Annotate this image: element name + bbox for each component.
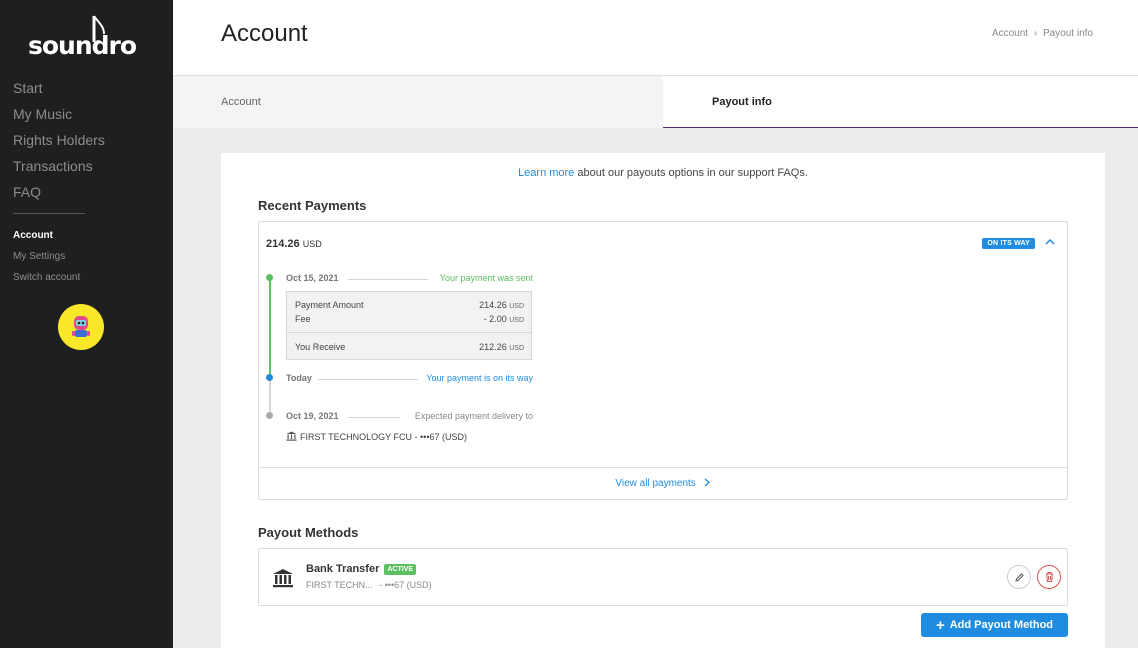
avatar[interactable] — [58, 304, 104, 350]
timeline-message: Your payment is on its way — [426, 373, 533, 383]
timeline-dot-today — [266, 374, 273, 381]
recent-payments-title: Recent Payments — [258, 198, 367, 213]
breakdown-row-receive: You Receive 212.26 USD — [295, 342, 524, 354]
timeline-date: Oct 15, 2021 — [286, 273, 339, 283]
tab-bar: Account Payout info — [173, 76, 1138, 128]
nav-item-rights-holders[interactable]: Rights Holders — [13, 130, 105, 156]
edit-button[interactable] — [1007, 565, 1031, 589]
timeline-message: Expected payment delivery to — [414, 411, 533, 421]
breakdown-label: Fee — [295, 314, 311, 324]
method-account: - •••67 (USD) — [379, 580, 432, 590]
payment-panel: 214.26 USD ON ITS WAY Oct 15, 2021 Your … — [258, 221, 1068, 500]
nav-item-account[interactable]: Account — [13, 229, 80, 250]
status-badge: ON ITS WAY — [982, 238, 1035, 249]
view-all-payments-link[interactable]: View all payments — [259, 478, 1067, 489]
payment-breakdown: Payment Amount 214.26 USD Fee - 2.00 USD… — [286, 291, 532, 360]
panel-divider — [259, 467, 1067, 468]
bank-icon — [286, 431, 297, 441]
payment-currency: USD — [302, 239, 322, 249]
method-bank-name: FIRST TECHN... — [306, 580, 373, 590]
timeline-date: Oct 19, 2021 — [286, 411, 339, 421]
breakdown-row-fee: Fee - 2.00 USD — [295, 314, 524, 326]
breadcrumb-account[interactable]: Account — [992, 28, 1028, 39]
bank-destination: FIRST TECHNOLOGY FCU - •••67 (USD) — [286, 431, 467, 442]
method-name-label: Bank Transfer — [306, 563, 380, 575]
nav-item-my-music[interactable]: My Music — [13, 104, 105, 130]
learn-more-link[interactable]: Learn more — [518, 167, 574, 179]
chevron-right-icon — [704, 478, 710, 487]
timeline-rule — [348, 279, 428, 280]
method-detail: FIRST TECHN... - •••67 (USD) — [306, 580, 432, 590]
breadcrumb: Account › Payout info — [992, 28, 1093, 39]
tab-account[interactable]: Account — [221, 76, 261, 128]
payout-methods-title: Payout Methods — [258, 525, 359, 540]
breakdown-value: 214.26 USD — [479, 300, 524, 310]
nav-divider — [13, 213, 85, 214]
plus-icon: + — [935, 616, 945, 634]
breadcrumb-separator: › — [1033, 28, 1038, 39]
avatar-character-icon — [72, 316, 90, 337]
page-header: Account Account › Payout info — [173, 0, 1138, 76]
breakdown-label: You Receive — [295, 342, 346, 352]
view-all-label: View all payments — [615, 478, 696, 489]
bank-transfer-icon — [273, 569, 293, 588]
timeline-line-pending — [269, 378, 271, 414]
sidebar: soundrop Start My Music Rights Holders T… — [0, 0, 173, 648]
breakdown-value: 212.26 USD — [479, 342, 524, 352]
active-badge: ACTIVE — [384, 564, 417, 575]
pencil-icon — [1014, 572, 1024, 582]
nav-item-my-settings[interactable]: My Settings — [13, 250, 80, 271]
nav-item-start[interactable]: Start — [13, 78, 105, 104]
breakdown-row-amount: Payment Amount 214.26 USD — [295, 300, 524, 312]
payment-amount: 214.26 USD — [266, 238, 322, 250]
breakdown-label: Payment Amount — [295, 300, 364, 310]
page-title: Account — [221, 20, 308, 47]
learn-more-text: about our payouts options in our support… — [574, 167, 808, 179]
soundrop-logo[interactable]: soundrop — [26, 12, 136, 68]
breakdown-divider — [287, 332, 531, 333]
timeline-message: Your payment was sent — [439, 273, 533, 283]
payment-amount-value: 214.26 — [266, 238, 300, 250]
timeline-rule — [348, 417, 400, 418]
logo-wordmark: soundrop — [28, 31, 136, 60]
nav-item-switch-account[interactable]: Switch account — [13, 271, 80, 292]
account-nav: Account My Settings Switch account — [13, 229, 80, 292]
timeline-rule — [318, 379, 418, 380]
chevron-up-icon[interactable] — [1043, 235, 1057, 249]
bank-name: FIRST TECHNOLOGY FCU - •••67 (USD) — [300, 432, 467, 442]
breadcrumb-payout-info: Payout info — [1042, 28, 1093, 39]
payout-card: Learn more about our payouts options in … — [221, 153, 1105, 648]
timeline-date: Today — [286, 373, 312, 383]
learn-more-note: Learn more about our payouts options in … — [221, 167, 1105, 179]
trash-icon — [1045, 572, 1053, 582]
delete-button[interactable] — [1037, 565, 1061, 589]
method-name: Bank Transfer ACTIVE — [306, 563, 417, 575]
breakdown-value: - 2.00 USD — [483, 314, 524, 324]
timeline-line-complete — [269, 278, 271, 378]
nav-item-faq[interactable]: FAQ — [13, 182, 105, 208]
main-nav: Start My Music Rights Holders Transactio… — [13, 78, 105, 208]
timeline-dot-expected — [266, 412, 273, 419]
payout-method-card: Bank Transfer ACTIVE FIRST TECHN... - •••… — [258, 548, 1068, 606]
logo-icon: soundrop — [28, 15, 136, 60]
tab-payout-info[interactable]: Payout info — [663, 76, 1138, 128]
add-payout-method-label: Add Payout Method — [949, 619, 1054, 631]
nav-item-transactions[interactable]: Transactions — [13, 156, 105, 182]
add-payout-method-button[interactable]: + Add Payout Method — [921, 613, 1068, 637]
timeline-dot-sent — [266, 274, 273, 281]
